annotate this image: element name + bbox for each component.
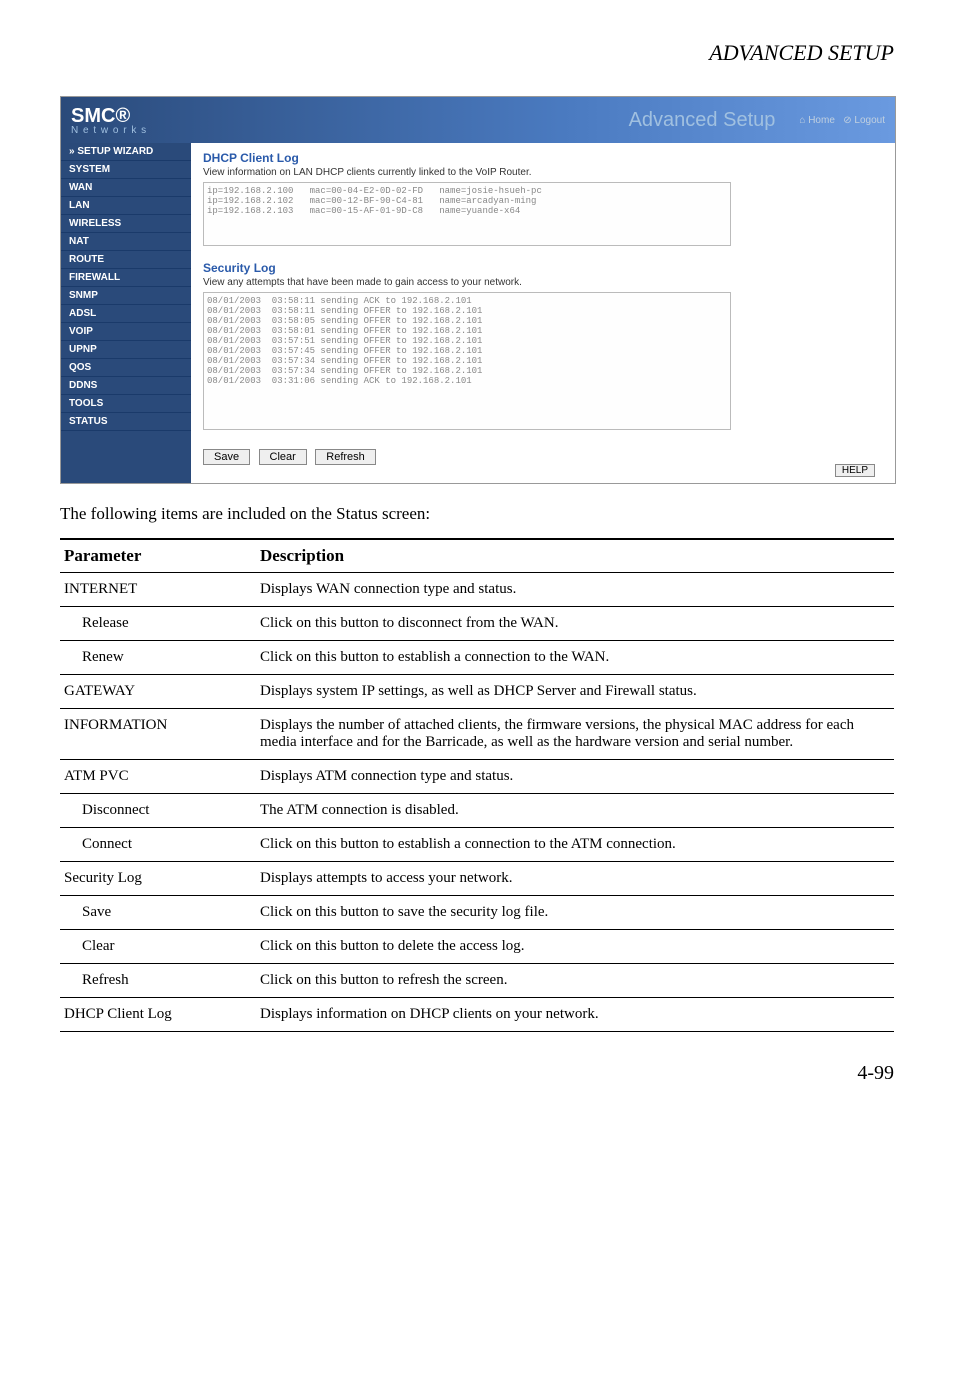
desc-cell: Displays ATM connection type and status.	[256, 760, 894, 794]
param-cell: Renew	[60, 641, 256, 675]
sidebar-item[interactable]: SNMP	[61, 287, 191, 305]
table-row: SaveClick on this button to save the sec…	[60, 896, 894, 930]
content-pane: DHCP Client Log View information on LAN …	[191, 143, 895, 483]
logo-subtext: N e t w o r k s	[71, 125, 147, 136]
sidebar-item[interactable]: ROUTE	[61, 251, 191, 269]
security-log-textarea[interactable]	[203, 292, 731, 430]
sidebar-item[interactable]: FIREWALL	[61, 269, 191, 287]
desc-cell: Displays WAN connection type and status.	[256, 573, 894, 607]
table-row: ClearClick on this button to delete the …	[60, 930, 894, 964]
dhcp-log-subtitle: View information on LAN DHCP clients cur…	[203, 167, 883, 178]
th-parameter: Parameter	[60, 539, 256, 573]
sidebar-item[interactable]: NAT	[61, 233, 191, 251]
dhcp-log-title: DHCP Client Log	[203, 151, 883, 165]
param-cell: Disconnect	[60, 794, 256, 828]
refresh-button[interactable]: Refresh	[315, 449, 376, 465]
sidebar-item[interactable]: WAN	[61, 179, 191, 197]
param-cell: GATEWAY	[60, 675, 256, 709]
desc-cell: Displays the number of attached clients,…	[256, 709, 894, 760]
table-row: ReleaseClick on this button to disconnec…	[60, 607, 894, 641]
button-row: Save Clear Refresh	[203, 447, 883, 465]
parameter-table: Parameter Description INTERNETDisplays W…	[60, 538, 894, 1032]
page-number: 4-99	[60, 1062, 894, 1085]
home-icon[interactable]: ⌂	[799, 115, 805, 126]
desc-cell: Click on this button to delete the acces…	[256, 930, 894, 964]
header-title: Advanced Setup	[629, 109, 776, 132]
param-cell: Save	[60, 896, 256, 930]
desc-cell: The ATM connection is disabled.	[256, 794, 894, 828]
param-cell: Release	[60, 607, 256, 641]
table-row: ConnectClick on this button to establish…	[60, 828, 894, 862]
desc-cell: Displays attempts to access your network…	[256, 862, 894, 896]
save-button[interactable]: Save	[203, 449, 250, 465]
table-row: INTERNETDisplays WAN connection type and…	[60, 573, 894, 607]
desc-cell: Displays system IP settings, as well as …	[256, 675, 894, 709]
desc-cell: Click on this button to establish a conn…	[256, 828, 894, 862]
security-log-title: Security Log	[203, 261, 883, 275]
sidebar-item[interactable]: LAN	[61, 197, 191, 215]
desc-cell: Click on this button to refresh the scre…	[256, 964, 894, 998]
sidebar: » SETUP WIZARDSYSTEMWANLANWIRELESSNATROU…	[61, 143, 191, 483]
param-cell: Connect	[60, 828, 256, 862]
page-title: ADVANCED SETUP	[60, 40, 894, 66]
sidebar-item[interactable]: WIRELESS	[61, 215, 191, 233]
sidebar-item[interactable]: VoIP	[61, 323, 191, 341]
param-cell: INFORMATION	[60, 709, 256, 760]
logout-icon[interactable]: ⊘	[843, 115, 851, 126]
param-cell: Refresh	[60, 964, 256, 998]
caption-text: The following items are included on the …	[60, 504, 894, 524]
param-cell: DHCP Client Log	[60, 998, 256, 1032]
sidebar-item[interactable]: UPnP	[61, 341, 191, 359]
logo-block: SMC® N e t w o r k s	[71, 105, 147, 136]
logout-link[interactable]: Logout	[854, 115, 885, 126]
sidebar-item[interactable]: » SETUP WIZARD	[61, 143, 191, 161]
param-cell: Security Log	[60, 862, 256, 896]
dhcp-log-textarea[interactable]	[203, 182, 731, 246]
desc-cell: Click on this button to establish a conn…	[256, 641, 894, 675]
table-row: DisconnectThe ATM connection is disabled…	[60, 794, 894, 828]
table-row: RenewClick on this button to establish a…	[60, 641, 894, 675]
sidebar-item[interactable]: QoS	[61, 359, 191, 377]
router-screenshot: SMC® N e t w o r k s Advanced Setup ⌂ Ho…	[60, 96, 896, 484]
table-row: GATEWAYDisplays system IP settings, as w…	[60, 675, 894, 709]
table-row: DHCP Client LogDisplays information on D…	[60, 998, 894, 1032]
clear-button[interactable]: Clear	[259, 449, 307, 465]
table-row: Security LogDisplays attempts to access …	[60, 862, 894, 896]
sidebar-item[interactable]: DDNS	[61, 377, 191, 395]
sidebar-item[interactable]: STATUS	[61, 413, 191, 431]
header-links: ⌂ Home ⊘ Logout	[799, 115, 885, 126]
desc-cell: Displays information on DHCP clients on …	[256, 998, 894, 1032]
param-cell: INTERNET	[60, 573, 256, 607]
sidebar-item[interactable]: SYSTEM	[61, 161, 191, 179]
sidebar-item[interactable]: ADSL	[61, 305, 191, 323]
screenshot-header: SMC® N e t w o r k s Advanced Setup ⌂ Ho…	[61, 97, 895, 143]
table-row: INFORMATIONDisplays the number of attach…	[60, 709, 894, 760]
th-description: Description	[256, 539, 894, 573]
desc-cell: Click on this button to save the securit…	[256, 896, 894, 930]
security-log-subtitle: View any attempts that have been made to…	[203, 277, 883, 288]
help-button[interactable]: HELP	[835, 464, 875, 477]
param-cell: Clear	[60, 930, 256, 964]
desc-cell: Click on this button to disconnect from …	[256, 607, 894, 641]
sidebar-item[interactable]: TOOLS	[61, 395, 191, 413]
param-cell: ATM PVC	[60, 760, 256, 794]
table-row: RefreshClick on this button to refresh t…	[60, 964, 894, 998]
home-link[interactable]: Home	[808, 115, 835, 126]
table-row: ATM PVCDisplays ATM connection type and …	[60, 760, 894, 794]
